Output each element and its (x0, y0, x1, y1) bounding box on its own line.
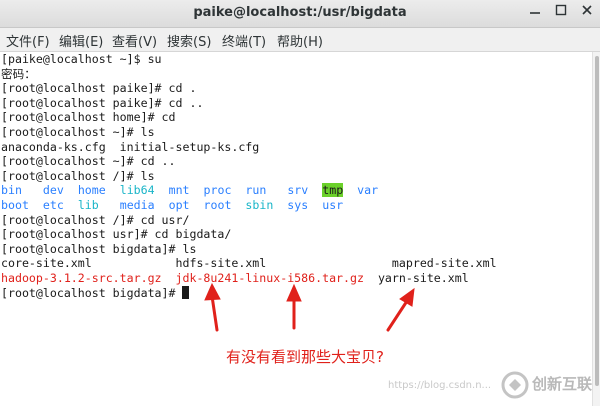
arrow-head-icon (204, 282, 221, 301)
arrow-yarn (386, 299, 409, 332)
arrow-jdk (210, 294, 219, 332)
watermark-brand: 创新互联 (532, 375, 593, 393)
arrow-head-icon (286, 283, 302, 302)
brand-logo-icon (501, 371, 529, 399)
watermark-logo: 创新互联 (498, 366, 600, 406)
arrow-head-icon (399, 287, 415, 307)
annotation-caption: 有没有看到那些大宝贝? (226, 348, 384, 366)
watermark-url: https://blog.csdn.n... (388, 380, 492, 391)
